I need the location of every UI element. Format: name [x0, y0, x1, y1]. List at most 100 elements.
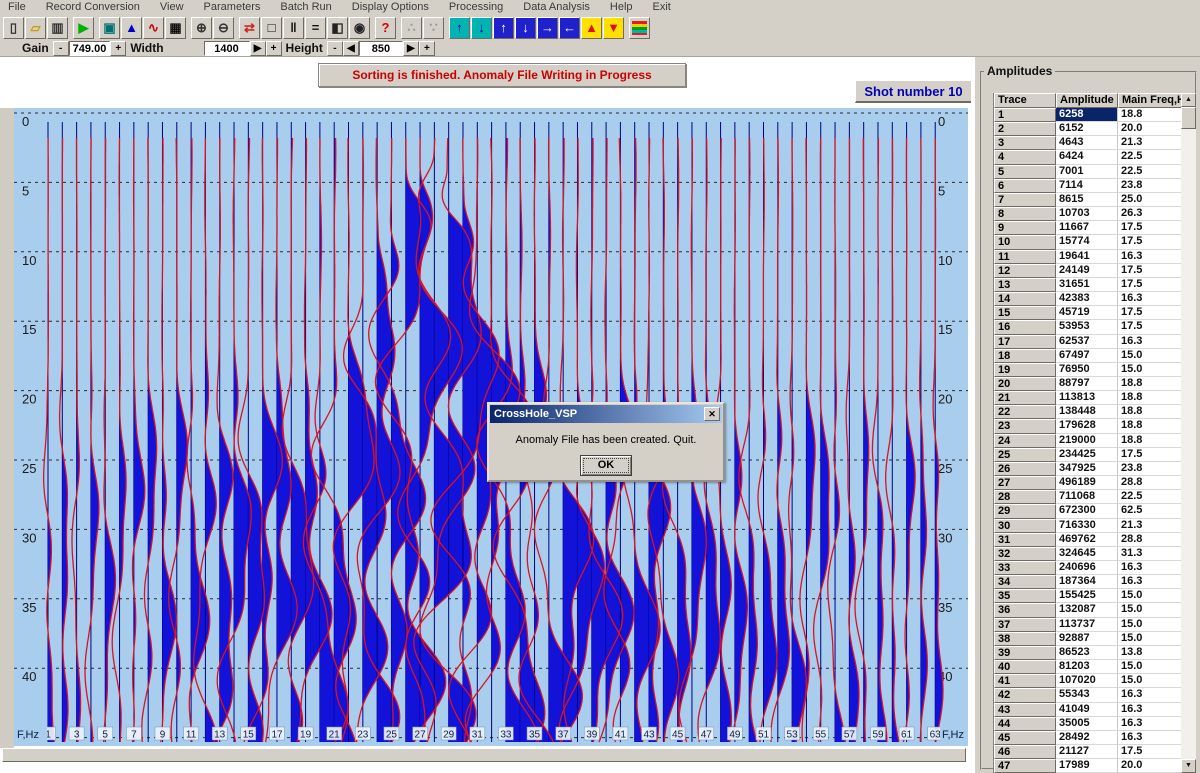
table-row[interactable]: 3418736416.3	[994, 575, 1196, 589]
freq-cell[interactable]: 26.3	[1118, 207, 1182, 221]
freq-cell[interactable]: 31.3	[1118, 547, 1182, 561]
table-row[interactable]: 91166717.5	[994, 221, 1196, 235]
scatter-icon[interactable]: ∴	[401, 17, 422, 39]
disc-icon[interactable]: ◉	[349, 17, 370, 39]
trace-cell[interactable]: 23	[994, 419, 1056, 433]
table-row[interactable]: 111964116.3	[994, 250, 1196, 264]
trace-cell[interactable]: 37	[994, 618, 1056, 632]
freq-cell[interactable]: 17.5	[1118, 278, 1182, 292]
amplitude-cell[interactable]: 711068	[1056, 490, 1118, 504]
trace-cell[interactable]: 18	[994, 349, 1056, 363]
arrow-up-blue-icon[interactable]: ↑	[493, 17, 514, 39]
trace-cell[interactable]: 20	[994, 377, 1056, 391]
amplitude-cell[interactable]: 8615	[1056, 193, 1118, 207]
table-row[interactable]: 3515542515.0	[994, 589, 1196, 603]
arrow-down-blue-icon[interactable]: ↓	[515, 17, 536, 39]
amplitude-cell[interactable]: 11667	[1056, 221, 1118, 235]
table-row[interactable]: 3711373715.0	[994, 618, 1196, 632]
trace-cell[interactable]: 1	[994, 108, 1056, 122]
amplitude-cell[interactable]: 6258	[1056, 108, 1118, 122]
amplitude-cell[interactable]: 234425	[1056, 448, 1118, 462]
menu-item-record-conversion[interactable]: Record Conversion	[38, 1, 152, 13]
freq-cell[interactable]: 22.5	[1118, 490, 1182, 504]
amplitude-cell[interactable]: 324645	[1056, 547, 1118, 561]
table-row[interactable]: 81070326.3	[994, 207, 1196, 221]
filled-square-icon[interactable]: ▣	[99, 17, 120, 39]
trace-cell[interactable]: 19	[994, 363, 1056, 377]
freq-cell[interactable]: 18.8	[1118, 419, 1182, 433]
amplitude-cell[interactable]: 88797	[1056, 377, 1118, 391]
scroll-thumb[interactable]	[1181, 107, 1196, 129]
amplitude-cell[interactable]: 67497	[1056, 349, 1118, 363]
width-spin-right-button[interactable]: ▶	[250, 41, 266, 56]
height-value-field[interactable]: 850	[359, 41, 403, 56]
freq-cell[interactable]: 18.8	[1118, 108, 1182, 122]
trace-cell[interactable]: 41	[994, 674, 1056, 688]
dialog-title-bar[interactable]: CrossHole_VSP ✕	[490, 405, 722, 423]
amplitude-cell[interactable]: 113737	[1056, 618, 1118, 632]
amplitude-cell[interactable]: 179628	[1056, 419, 1118, 433]
table-row[interactable]: 2523442517.5	[994, 448, 1196, 462]
freq-cell[interactable]: 16.3	[1118, 731, 1182, 745]
table-row[interactable]: 4110702015.0	[994, 674, 1196, 688]
freq-cell[interactable]: 62.5	[1118, 504, 1182, 518]
gain-increase-button[interactable]: +	[110, 41, 126, 56]
trace-cell[interactable]: 12	[994, 264, 1056, 278]
table-row[interactable]: 1625818.8	[994, 108, 1196, 122]
trace-cell[interactable]: 17	[994, 335, 1056, 349]
table-row[interactable]: 208879718.8	[994, 377, 1196, 391]
table-row[interactable]: 133165117.5	[994, 278, 1196, 292]
trace-cell[interactable]: 46	[994, 745, 1056, 759]
amplitude-cell[interactable]: 347925	[1056, 462, 1118, 476]
freq-cell[interactable]: 15.0	[1118, 660, 1182, 674]
freq-cell[interactable]: 17.5	[1118, 320, 1182, 334]
open-folder-icon[interactable]: ▱	[25, 17, 46, 39]
freq-cell[interactable]: 16.3	[1118, 717, 1182, 731]
freq-cell[interactable]: 16.3	[1118, 292, 1182, 306]
horizontal-scrollbar[interactable]	[2, 748, 966, 762]
height-decrease-button[interactable]: -	[327, 41, 343, 56]
amplitude-cell[interactable]: 76950	[1056, 363, 1118, 377]
table-row[interactable]: 425534316.3	[994, 688, 1196, 702]
table-row[interactable]: 154571917.5	[994, 306, 1196, 320]
amplitude-cell[interactable]: 716330	[1056, 519, 1118, 533]
table-row[interactable]: 443500516.3	[994, 717, 1196, 731]
table-row[interactable]: 6711423.8	[994, 179, 1196, 193]
freq-cell[interactable]: 18.8	[1118, 391, 1182, 405]
arrow-up-teal-icon[interactable]: ↑	[449, 17, 470, 39]
amplitude-cell[interactable]: 19641	[1056, 250, 1118, 264]
amplitude-cell[interactable]: 6152	[1056, 122, 1118, 136]
trace-cell[interactable]: 29	[994, 504, 1056, 518]
trace-cell[interactable]: 11	[994, 250, 1056, 264]
table-row[interactable]: 3071633021.3	[994, 519, 1196, 533]
amplitude-cell[interactable]: 219000	[1056, 434, 1118, 448]
amplitude-cell[interactable]: 240696	[1056, 561, 1118, 575]
freq-cell[interactable]: 17.5	[1118, 448, 1182, 462]
table-row[interactable]: 2111381318.8	[994, 391, 1196, 405]
table-row[interactable]: 3232464531.3	[994, 547, 1196, 561]
amplitude-cell[interactable]: 62537	[1056, 335, 1118, 349]
height-spin-left-button[interactable]: ◀	[343, 41, 359, 56]
trace-cell[interactable]: 7	[994, 193, 1056, 207]
table-row[interactable]: 5700122.5	[994, 165, 1196, 179]
freq-cell[interactable]: 15.0	[1118, 632, 1182, 646]
save-as-icon[interactable]: ▥	[47, 17, 68, 39]
trace-cell[interactable]: 38	[994, 632, 1056, 646]
rectangle-icon[interactable]: □	[261, 17, 282, 39]
freq-cell[interactable]: 21.3	[1118, 136, 1182, 150]
freq-cell[interactable]: 16.3	[1118, 575, 1182, 589]
amplitude-cell[interactable]: 7114	[1056, 179, 1118, 193]
table-row[interactable]: 452849216.3	[994, 731, 1196, 745]
triangle-down-icon[interactable]: ▼	[603, 17, 624, 39]
trace-cell[interactable]: 2	[994, 122, 1056, 136]
freq-cell[interactable]: 22.5	[1118, 165, 1182, 179]
table-row[interactable]: 2421900018.8	[994, 434, 1196, 448]
table-row[interactable]: 186749715.0	[994, 349, 1196, 363]
table-row[interactable]: 2213844818.8	[994, 405, 1196, 419]
column-header-amp[interactable]: Amplitude	[1056, 93, 1118, 108]
amplitude-cell[interactable]: 107020	[1056, 674, 1118, 688]
freq-cell[interactable]: 17.5	[1118, 306, 1182, 320]
trace-cell[interactable]: 34	[994, 575, 1056, 589]
trace-cell[interactable]: 30	[994, 519, 1056, 533]
table-row[interactable]: 408120315.0	[994, 660, 1196, 674]
